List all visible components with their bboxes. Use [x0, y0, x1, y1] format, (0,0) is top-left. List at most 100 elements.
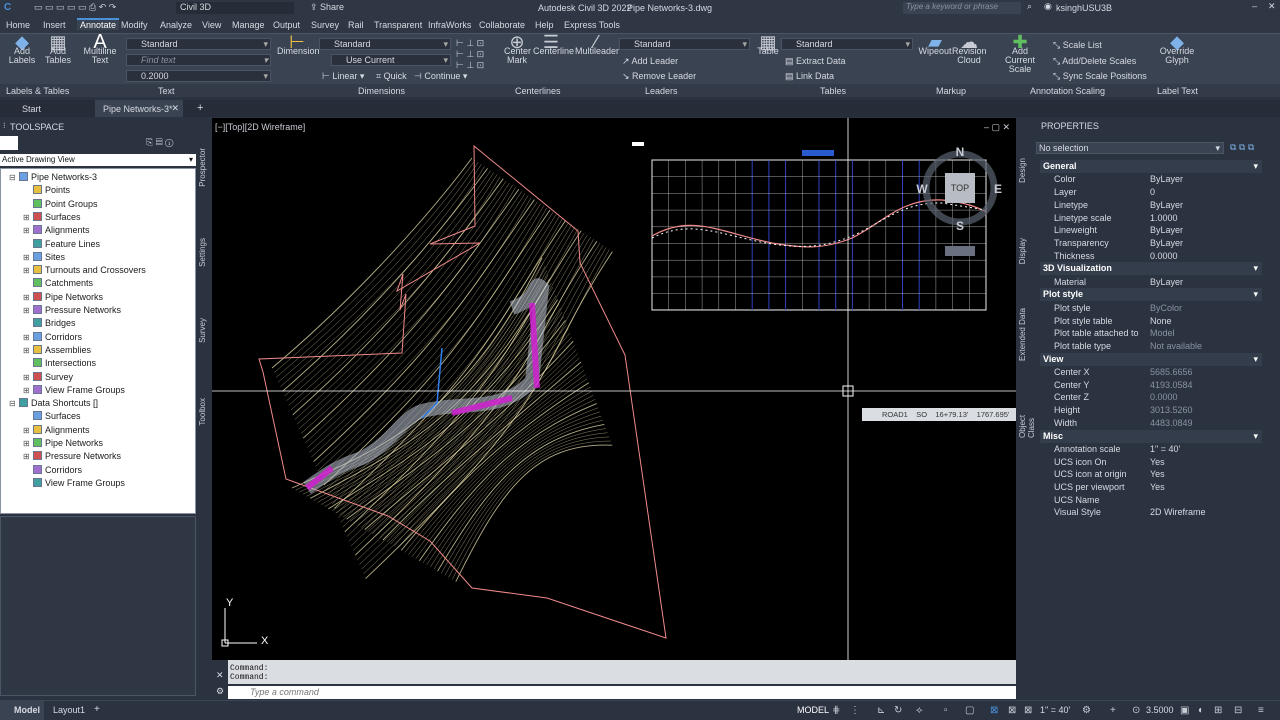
- panel-markup[interactable]: Markup: [936, 86, 966, 96]
- tree-expander-icon[interactable]: ⊟: [9, 171, 19, 184]
- property-section-3d-visualization[interactable]: 3D Visualization ▾: [1040, 262, 1262, 276]
- menu-help[interactable]: Help: [535, 20, 554, 30]
- isolate-icon[interactable]: ◐: [1198, 705, 1204, 716]
- menu-survey[interactable]: Survey: [311, 20, 339, 30]
- tree-item[interactable]: ⊞ Alignments: [1, 424, 90, 437]
- property-row[interactable]: Lineweight ByLayer: [1034, 224, 1280, 237]
- menu-output[interactable]: Output: [273, 20, 300, 30]
- text-style-dropdown[interactable]: Standard: [126, 38, 271, 50]
- search-input[interactable]: Type a keyword or phrase: [903, 2, 1021, 14]
- multiline-text-button[interactable]: A Multiline Text: [81, 32, 119, 65]
- tree-item[interactable]: ⊞ Surfaces: [1, 211, 81, 224]
- dimension-button[interactable]: ⊢ Dimension: [277, 33, 320, 56]
- text-height-dropdown[interactable]: 0.2000: [126, 70, 271, 82]
- snap-icon[interactable]: ⋮: [850, 705, 860, 716]
- menu-insert[interactable]: Insert: [43, 20, 66, 30]
- tree-item[interactable]: ⊟ Data Shortcuts []: [1, 397, 98, 410]
- tree-expander-icon[interactable]: ⊞: [23, 264, 33, 277]
- properties-tab-design[interactable]: Design: [1018, 158, 1027, 183]
- polar-icon[interactable]: ↻: [894, 705, 902, 716]
- tree-item[interactable]: ⊟ Pipe Networks-3: [1, 171, 97, 184]
- panel-centerlines[interactable]: Centerlines: [515, 86, 561, 96]
- menu-transparent[interactable]: Transparent: [374, 20, 422, 30]
- table-button[interactable]: ▦ Table: [755, 33, 781, 56]
- tree-item[interactable]: Catchments: [1, 277, 93, 290]
- quick-button[interactable]: ⌗ Quick: [376, 71, 407, 82]
- annotation-scale-value[interactable]: 1" = 40': [1040, 705, 1070, 715]
- sync-scale-positions-button[interactable]: ⤡ Sync Scale Positions: [1053, 71, 1147, 82]
- isodraft-icon[interactable]: ⟡: [916, 705, 923, 716]
- panel-tables[interactable]: Tables: [820, 86, 846, 96]
- tree-item[interactable]: Intersections: [1, 357, 96, 370]
- zoom-icon[interactable]: ⊙: [1132, 705, 1140, 716]
- property-row[interactable]: Transparency ByLayer: [1034, 237, 1280, 250]
- tree-expander-icon[interactable]: ⊞: [23, 331, 33, 344]
- panel-annotation-scaling[interactable]: Annotation Scaling: [1030, 86, 1105, 96]
- zoom-value[interactable]: 3.5000: [1146, 705, 1174, 715]
- auto-scale-icon[interactable]: ⊠: [1008, 705, 1016, 716]
- tree-expander-icon[interactable]: ⊞: [23, 371, 33, 384]
- tree-item[interactable]: ⊞ Assemblies: [1, 344, 91, 357]
- add-leader-button[interactable]: ↗ Add Leader: [622, 56, 678, 67]
- quick-select-icons[interactable]: ⧉ ⧉ ⧉: [1230, 142, 1254, 153]
- property-row[interactable]: Linetype ByLayer: [1034, 199, 1280, 212]
- tree-item[interactable]: Bridges: [1, 317, 76, 330]
- customization-menu-icon[interactable]: ≡: [1258, 705, 1264, 716]
- override-glyph-button[interactable]: ◆ Override Glyph: [1147, 33, 1207, 65]
- tree-expander-icon[interactable]: ⊞: [23, 304, 33, 317]
- property-row[interactable]: UCS Name: [1034, 494, 1280, 507]
- add-tables-button[interactable]: ▦ Add Tables: [41, 33, 75, 65]
- search-icon[interactable]: ⌕: [1027, 1, 1032, 12]
- gear-icon[interactable]: ⚙: [1082, 705, 1091, 716]
- properties-tab-extended-data[interactable]: Extended Data: [1018, 308, 1027, 361]
- property-row[interactable]: UCS per viewport Yes: [1034, 481, 1280, 494]
- property-row[interactable]: UCS icon at origin Yes: [1034, 468, 1280, 481]
- drawing-canvas[interactable]: [−][Top][2D Wireframe] – ▢ ✕ TOP N S E W: [212, 118, 1016, 660]
- add-labels-button[interactable]: ◆ Add Labels: [5, 33, 39, 65]
- toolspace-tab-prospector[interactable]: Prospector: [198, 148, 207, 187]
- link-data-button[interactable]: ▤ Link Data: [785, 71, 834, 82]
- property-row[interactable]: Plot table attached to Model: [1034, 327, 1280, 340]
- clean-screen-icon[interactable]: ⊞: [1214, 705, 1222, 716]
- menu-rail[interactable]: Rail: [348, 20, 364, 30]
- find-text-input[interactable]: Find text: [126, 54, 271, 66]
- new-layout-icon[interactable]: +: [94, 704, 100, 715]
- model-space-toggle[interactable]: MODEL: [797, 705, 829, 715]
- command-settings-icon[interactable]: ⚙: [216, 686, 224, 697]
- property-row[interactable]: Layer 0: [1034, 186, 1280, 199]
- remove-leader-button[interactable]: ↘ Remove Leader: [622, 71, 696, 82]
- property-section-plot-style[interactable]: Plot style ▾: [1040, 288, 1262, 302]
- tree-item[interactable]: ⊞ Pressure Networks: [1, 304, 121, 317]
- properties-tab-display[interactable]: Display: [1018, 238, 1027, 264]
- property-row[interactable]: Height 3013.5260: [1034, 404, 1280, 417]
- tree-item[interactable]: ⊞ Turnouts and Crossovers: [1, 264, 146, 277]
- leader-style-dropdown[interactable]: Standard: [619, 38, 750, 50]
- viewcube-wcs-button[interactable]: [945, 246, 975, 256]
- annotation-scale-icon[interactable]: ⊠: [1024, 705, 1032, 716]
- menu-home[interactable]: Home: [6, 20, 30, 30]
- tree-item[interactable]: ⊞ Survey: [1, 371, 73, 384]
- center-mark-button[interactable]: ⊕ Center Mark: [504, 33, 531, 65]
- tab-model[interactable]: Model: [0, 701, 44, 720]
- centerline-button[interactable]: ☰ Centerline: [533, 33, 574, 56]
- tree-item[interactable]: Point Groups: [1, 198, 98, 211]
- property-row[interactable]: Width 4483.0849: [1034, 417, 1280, 430]
- property-row[interactable]: Plot style ByColor: [1034, 302, 1280, 315]
- property-row[interactable]: Linetype scale 1.0000: [1034, 212, 1280, 225]
- property-row[interactable]: Plot style table None: [1034, 315, 1280, 328]
- tree-item[interactable]: Surfaces: [1, 410, 81, 423]
- tree-expander-icon[interactable]: ⊞: [23, 211, 33, 224]
- tree-expander-icon[interactable]: ⊞: [23, 424, 33, 437]
- tree-item[interactable]: ⊞ Pipe Networks: [1, 291, 103, 304]
- property-row[interactable]: Material ByLayer: [1034, 276, 1280, 289]
- hardware-acceleration-icon[interactable]: ▣: [1180, 705, 1189, 716]
- toolspace-view-dropdown[interactable]: Active Drawing View ▾: [0, 154, 196, 166]
- tree-expander-icon[interactable]: ⊞: [23, 450, 33, 463]
- tree-expander-icon[interactable]: ⊞: [23, 224, 33, 237]
- ortho-icon[interactable]: ⊾: [877, 705, 885, 716]
- panel-labels-tables[interactable]: Labels & Tables: [6, 86, 69, 96]
- add-delete-scales-button[interactable]: ⤡ Add/Delete Scales: [1053, 56, 1136, 67]
- menu-view[interactable]: View: [202, 20, 221, 30]
- tree-item[interactable]: View Frame Groups: [1, 477, 125, 490]
- tree-item[interactable]: Feature Lines: [1, 238, 100, 251]
